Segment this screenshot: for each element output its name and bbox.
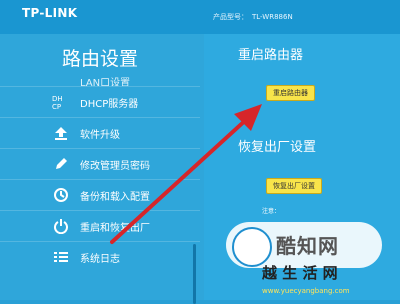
reboot-section-title: 重启路由器 [238, 48, 304, 63]
dhcp-icon: DH CP [52, 93, 70, 111]
watermark-brand-secondary: 越 生 活 网 [262, 264, 338, 282]
sidebar-item-label: 软件升级 [80, 129, 120, 141]
sidebar-item-dhcp[interactable]: DH CP DHCP服务器 [0, 86, 200, 117]
factory-reset-button[interactable]: 恢复出厂设置 [266, 178, 322, 194]
sidebar-item-password[interactable]: 修改管理员密码 [0, 148, 200, 179]
watermark-logo-icon [232, 227, 272, 267]
sidebar-item-label: 修改管理员密码 [80, 160, 150, 172]
watermark-url: www.yuecyangbang.com [262, 287, 350, 295]
reboot-button[interactable]: 重启路由器 [266, 85, 315, 101]
factory-reset-section-title: 恢复出厂设置 [238, 140, 317, 155]
sidebar-item-syslog[interactable]: 系统日志 [0, 241, 200, 272]
sidebar-item-label: 系统日志 [80, 253, 120, 265]
sidebar-item-label: 备份和载入配置 [80, 191, 150, 203]
svg-text:DH: DH [52, 95, 63, 103]
sidebar-item-label: 重启和恢复出厂 [80, 222, 150, 234]
note-label: 注意： [262, 208, 281, 215]
tp-link-logo: TP-LINK [22, 6, 78, 20]
sidebar-item-label: DHCP服务器 [80, 98, 139, 110]
top-bar: TP-LINK 产品型号： TL-WR886N [0, 0, 400, 34]
backup-icon [52, 186, 70, 204]
product-model-label: 产品型号： [213, 13, 248, 21]
power-icon [52, 217, 70, 235]
sidebar-title: 路由设置 [62, 48, 139, 70]
sidebar: 路由设置 LAN口设置 DH CP DHCP服务器 软件升级 修改管理员密码 备… [0, 34, 204, 304]
sidebar-item-label: LAN口设置 [80, 77, 131, 87]
product-model-value: TL-WR886N [252, 13, 293, 21]
watermark-brand: 酷知网 [276, 234, 339, 258]
sidebar-item-lan[interactable]: LAN口设置 [0, 76, 200, 87]
product-model: 产品型号： TL-WR886N [213, 12, 293, 22]
list-icon [52, 248, 70, 266]
lan-icon [52, 76, 70, 86]
pencil-icon [52, 155, 70, 173]
upload-icon [52, 124, 70, 142]
sidebar-menu: LAN口设置 DH CP DHCP服务器 软件升级 修改管理员密码 备份和载入配置 [0, 76, 200, 272]
sidebar-item-upgrade[interactable]: 软件升级 [0, 117, 200, 148]
svg-text:CP: CP [52, 103, 61, 111]
sidebar-item-reboot-reset[interactable]: 重启和恢复出厂 [0, 210, 200, 241]
sidebar-item-backup[interactable]: 备份和载入配置 [0, 179, 200, 210]
